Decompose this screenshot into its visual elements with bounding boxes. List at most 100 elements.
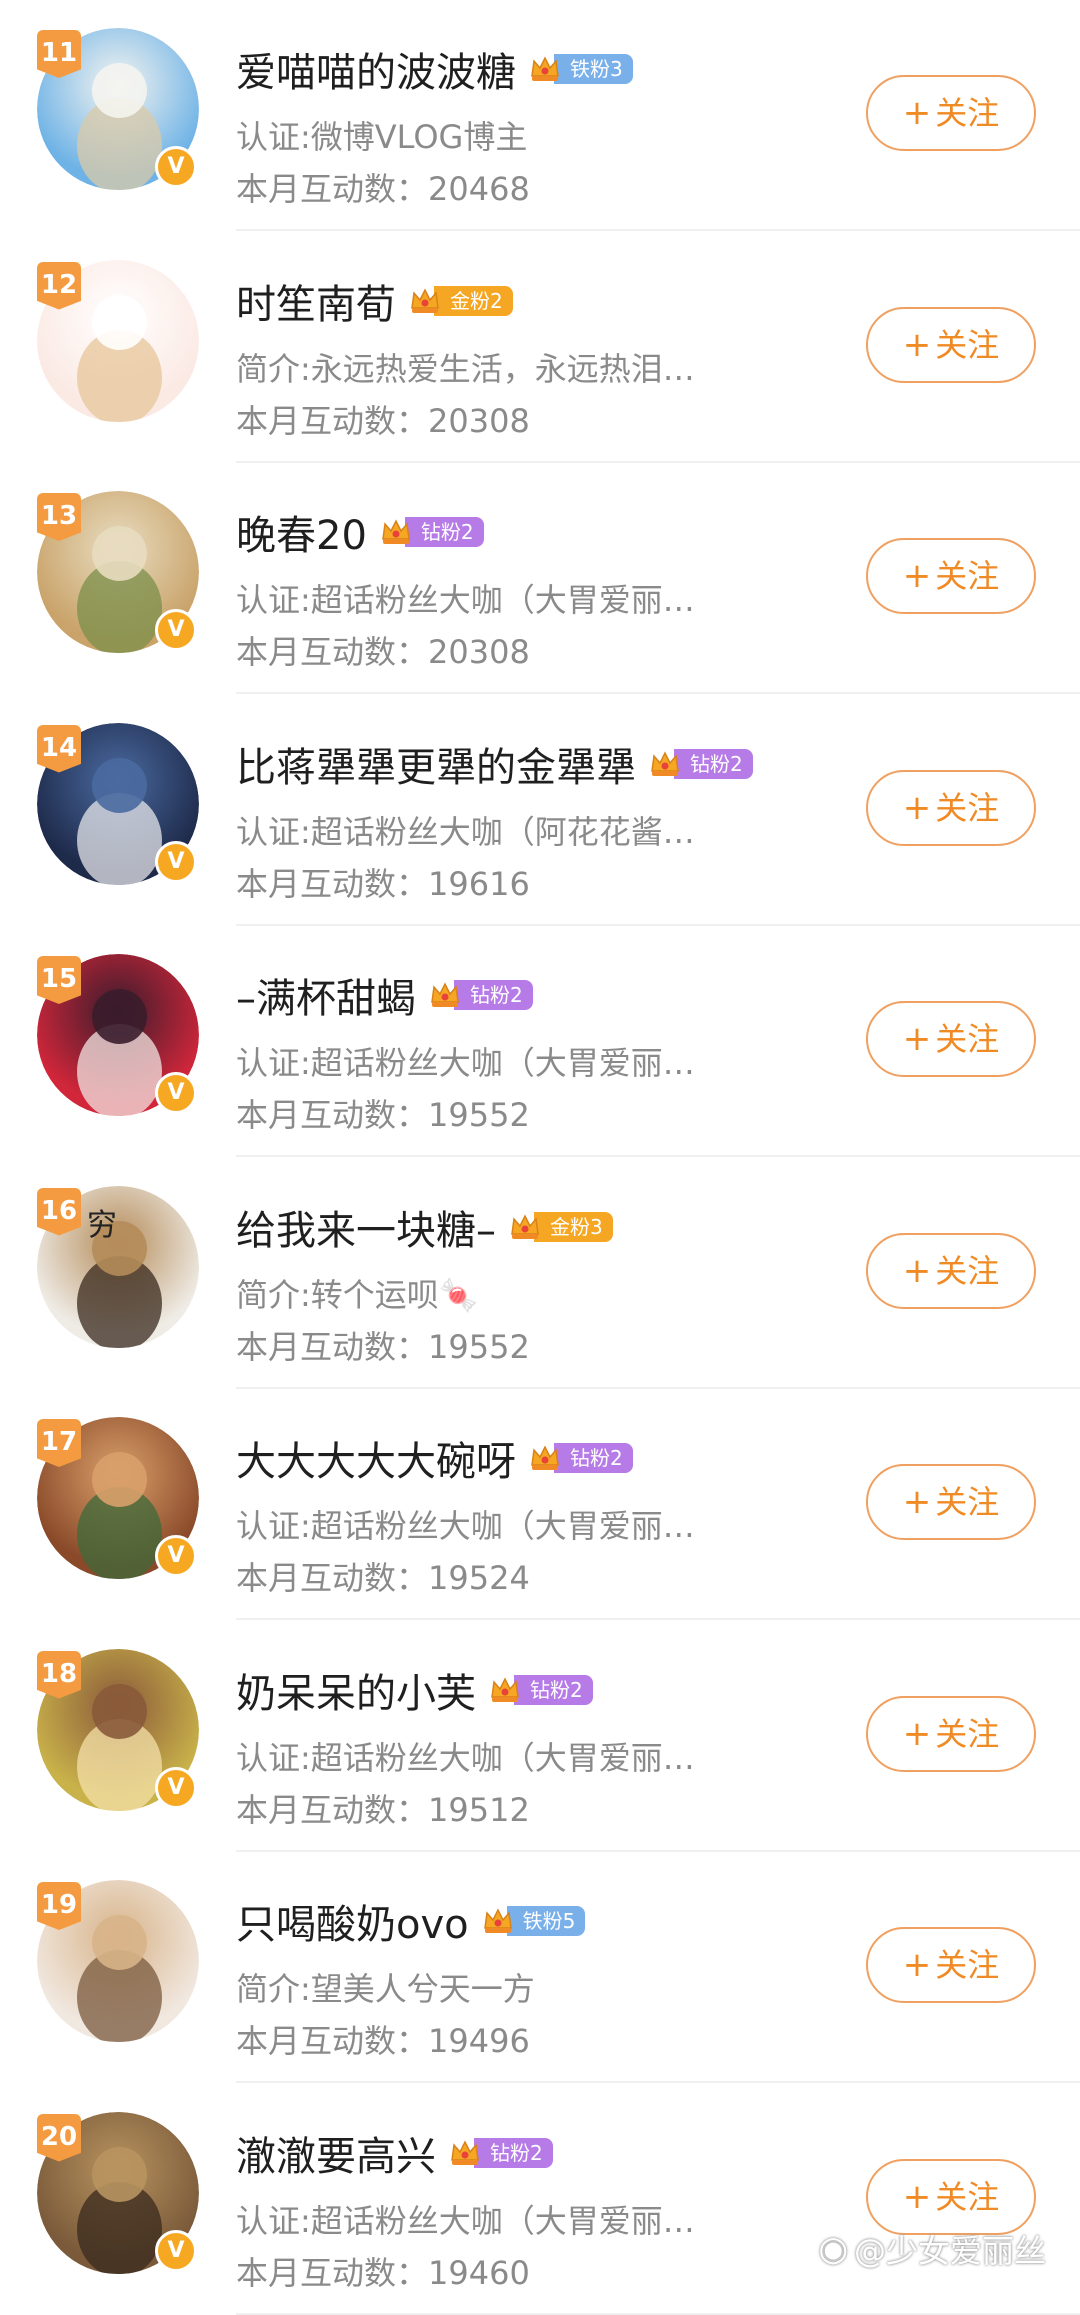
fan-level-label: 钻粉2 [514,1674,593,1705]
plus-icon: + [902,1713,932,1754]
user-name-line: 奶呆呆的小芙 钻粉2 [236,1661,593,1719]
crown-icon [377,513,415,551]
verified-v-icon: V [155,1072,197,1114]
follow-label: 关注 [935,1020,1000,1058]
stat-label: 本月互动数： [236,1096,429,1134]
follow-label: 关注 [935,1714,1000,1753]
list-item[interactable]: 15 V –满杯甜蝎 钻粉2 认证:超话粉丝大咖（大胃爱丽… 本月互动数：195… [0,926,1080,1157]
fan-level-badge[interactable]: 铁粉3 [526,51,633,87]
fan-level-badge[interactable]: 金粉2 [406,283,513,319]
user-name[interactable]: 大大大大大碗呀 [236,1429,516,1487]
monthly-interactions: 本月互动数：20308 [236,396,530,442]
follow-button[interactable]: + 关注 [866,769,1036,846]
follow-label: 关注 [935,1946,1000,1984]
user-name-line: 澈澈要高兴 钻粉2 [236,2124,553,2182]
list-item[interactable]: 13 V 晚春20 钻粉2 认证:超话粉丝大咖（大胃爱丽… 本月互动数：2030… [0,463,1080,694]
list-item[interactable]: 17 V 大大大大大碗呀 钻粉2 认证:超话粉丝大咖（大胃爱丽… 本月互动数：1… [0,1389,1080,1620]
user-description: 认证:超话粉丝大咖（大胃爱丽… [236,581,695,619]
user-name[interactable]: 澈澈要高兴 [236,2124,436,2182]
fan-level-badge[interactable]: 金粉3 [506,1209,613,1245]
crown-icon [526,50,564,88]
fan-level-label: 钻粉2 [554,1443,633,1473]
follow-button[interactable]: + 关注 [866,1695,1036,1772]
follow-button[interactable]: + 关注 [866,75,1036,151]
fan-level-badge[interactable]: 钻粉2 [426,977,533,1013]
user-name[interactable]: 时笙南荀 [236,272,396,330]
fan-level-label: 铁粉3 [554,54,633,84]
fan-level-label: 铁粉5 [506,1906,586,1936]
follow-label: 关注 [935,94,1000,132]
stat-label: 本月互动数： [236,401,429,440]
monthly-interactions: 本月互动数：20468 [236,164,530,210]
fan-level-badge[interactable]: 钻粉2 [646,746,753,782]
user-name-line: 只喝酸奶ovo 铁粉5 [236,1892,586,1950]
list-item[interactable]: 14 V 比蒋犟犟更犟的金犟犟 钻粉2 认证:超话粉丝大咖（阿花花酱… 本月互动… [0,695,1080,926]
fan-level-badge[interactable]: 钻粉2 [377,514,484,550]
stat-value: 20308 [428,401,530,440]
user-name[interactable]: 给我来一块糖– [236,1198,496,1256]
list-item[interactable]: 20 V 澈澈要高兴 钻粉2 认证:超话粉丝大咖（大胃爱丽… 本月互动数：194… [0,2084,1080,2315]
user-description: 认证:超话粉丝大咖（阿花花酱… [236,812,695,851]
stat-label: 本月互动数： [236,633,429,671]
monthly-interactions: 本月互动数：19616 [236,859,530,905]
crown-icon [486,1671,524,1709]
list-item[interactable]: 穷 16 给我来一块糖– 金粉3 简介:转个运呗🍬 本月互动数：19552 + 关… [0,1158,1080,1389]
list-item[interactable]: 18 V 奶呆呆的小芙 钻粉2 认证:超话粉丝大咖（大胃爱丽… 本月互动数：19… [0,1621,1080,1852]
list-item[interactable]: 12 时笙南荀 金粉2 简介:永远热爱生活，永远热泪… 本月互动数：20308 … [0,232,1080,463]
verified-v-icon: V [155,840,197,883]
fan-level-label: 钻粉2 [474,2137,553,2168]
user-description: 简介:望美人兮天一方 [236,1970,535,2008]
follow-button[interactable]: + 关注 [866,1927,1036,2003]
fan-level-label: 钻粉2 [454,980,533,1010]
rank-badge: 19 [37,1882,81,1930]
divider [236,2312,1080,2315]
fan-level-badge[interactable]: 钻粉2 [446,2135,553,2171]
follow-label: 关注 [935,325,1000,364]
user-description: 简介:永远热爱生活，永远热泪… [236,349,695,388]
plus-icon: + [902,1482,932,1522]
stat-label: 本月互动数： [236,1327,429,1366]
stat-label: 本月互动数： [236,170,429,208]
fan-level-label: 钻粉2 [404,517,484,547]
plus-icon: + [902,787,932,828]
fan-level-badge[interactable]: 钻粉2 [486,1672,593,1708]
user-description: 认证:超话粉丝大咖（大胃爱丽… [236,2201,695,2240]
user-name[interactable]: 晚春20 [236,503,367,561]
user-name[interactable]: 奶呆呆的小芙 [236,1661,476,1719]
crown-icon [646,745,684,783]
monthly-interactions: 本月互动数：19524 [236,1553,530,1599]
plus-icon: + [902,556,932,596]
stat-value: 19552 [428,1096,530,1134]
list-item[interactable]: 11 V 爱喵喵的波波糖 铁粉3 认证:微博VLOG博主 本月互动数：20468… [0,0,1080,231]
fan-level-label: 金粉2 [434,285,513,316]
user-description: 认证:超话粉丝大咖（大胃爱丽… [236,1507,695,1545]
follow-button[interactable]: + 关注 [866,538,1036,614]
fan-level-badge[interactable]: 钻粉2 [526,1440,633,1476]
stat-label: 本月互动数： [236,864,429,903]
plus-icon: + [902,1019,932,1059]
follow-button[interactable]: + 关注 [866,306,1036,383]
crown-icon [446,2134,484,2172]
rank-badge: 13 [37,493,81,541]
crown-icon [406,282,444,320]
plus-icon: + [902,324,932,365]
user-name[interactable]: –满杯甜蝎 [236,966,416,1024]
user-name-line: 时笙南荀 金粉2 [236,272,513,330]
monthly-interactions: 本月互动数：19552 [236,1090,530,1136]
follow-label: 关注 [935,1483,1000,1521]
user-name[interactable]: 比蒋犟犟更犟的金犟犟 [236,735,636,793]
verified-v-icon: V [155,2229,197,2272]
fan-level-badge[interactable]: 铁粉5 [479,1903,586,1939]
user-description: 认证:微博VLOG博主 [236,118,528,156]
user-name[interactable]: 爱喵喵的波波糖 [236,40,516,98]
follow-button[interactable]: + 关注 [866,2158,1036,2235]
verified-v-icon: V [155,1535,197,1577]
follow-button[interactable]: + 关注 [866,1232,1036,1309]
watermark: ◉ @少女爱丽丝 [818,2226,1046,2272]
follow-button[interactable]: + 关注 [866,1001,1036,1077]
list-item[interactable]: 19 只喝酸奶ovo 铁粉5 简介:望美人兮天一方 本月互动数：19496 + 关… [0,1852,1080,2083]
follow-button[interactable]: + 关注 [866,1464,1036,1540]
user-name[interactable]: 只喝酸奶ovo [236,1892,469,1950]
plus-icon: + [902,1945,932,1985]
stat-value: 19524 [428,1559,530,1597]
